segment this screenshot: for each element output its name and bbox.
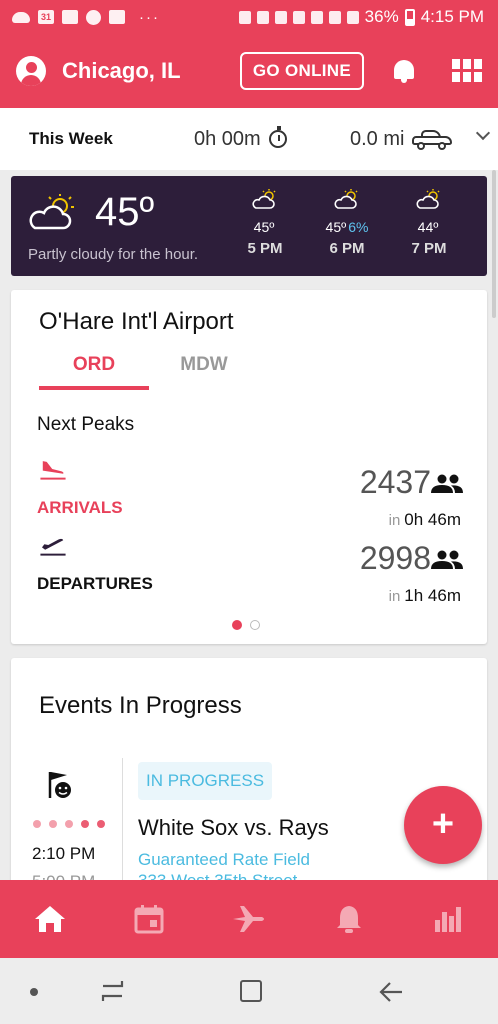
- people-icon: [431, 550, 463, 569]
- airport-title: O'Hare Int'l Airport: [39, 308, 234, 335]
- partly-cloudy-icon: [252, 189, 276, 209]
- forecast-temp: 44º: [417, 219, 439, 235]
- current-temperature: 45º: [95, 190, 155, 234]
- nav-home[interactable]: [20, 899, 80, 939]
- alarm-icon: [310, 10, 323, 24]
- add-button[interactable]: +: [404, 786, 482, 864]
- tab-mdw[interactable]: MDW: [169, 354, 239, 376]
- home-icon: [34, 906, 65, 932]
- page-dot[interactable]: [250, 620, 260, 630]
- people-icon: [431, 474, 463, 493]
- week-summary[interactable]: This Week 0h 00m 0.0 mi: [0, 108, 498, 170]
- go-online-button[interactable]: GO ONLINE: [239, 52, 364, 90]
- event-progress-dots: [33, 820, 105, 828]
- cloud-notification-icon: [12, 11, 30, 23]
- forecast-hour-label: 7 PM: [411, 240, 447, 257]
- page-indicator[interactable]: [232, 620, 260, 630]
- car-icon: [412, 130, 453, 150]
- nav-calendar[interactable]: [119, 899, 179, 939]
- nav-airport[interactable]: [219, 899, 279, 939]
- forecast-precip: 6%: [348, 219, 369, 235]
- departures-count: 2998: [359, 540, 431, 576]
- calendar-notification-icon: 31: [38, 10, 54, 24]
- app-bar: Chicago, IL GO ONLINE: [0, 34, 498, 108]
- event-name[interactable]: White Sox vs. Rays: [138, 815, 329, 841]
- flight-departure-icon: [40, 538, 66, 556]
- sports-event-icon: [48, 772, 71, 798]
- week-label: This Week: [29, 129, 113, 148]
- bluetooth-icon: [256, 10, 269, 24]
- nfc-icon: [274, 10, 287, 24]
- messenger-notification-icon: [86, 9, 101, 25]
- departures-peak-time: in 1h 46m: [389, 586, 461, 606]
- forecast-hour-label: 5 PM: [247, 240, 283, 257]
- stopwatch-icon: [268, 126, 287, 148]
- week-distance-value: 0.0 mi: [350, 127, 405, 150]
- in-label: in: [388, 512, 401, 529]
- bell-icon: [336, 906, 361, 933]
- partly-cloudy-icon: [416, 189, 440, 209]
- forecast-hour: 45º 6% 6 PM: [317, 188, 377, 257]
- departures-peak-time-value: 1h 46m: [404, 586, 461, 605]
- battery-percent: 36%: [364, 7, 399, 26]
- battery-icon: [404, 8, 415, 26]
- weather-panel[interactable]: 45º Partly cloudy for the hour. 45º 5 PM…: [11, 176, 487, 276]
- back-icon[interactable]: [378, 980, 404, 1004]
- arrivals-label: ARRIVALS: [37, 498, 123, 517]
- forecast-temp: 45º: [325, 219, 347, 235]
- airplane-icon: [232, 906, 264, 932]
- forecast-hour: 45º 5 PM: [235, 188, 295, 257]
- bottom-navigation: [0, 880, 498, 958]
- events-title: Events In Progress: [39, 692, 242, 719]
- page-dot-active[interactable]: [232, 620, 242, 630]
- sync-icon: [238, 10, 251, 24]
- facebook-notification-icon: [109, 10, 125, 24]
- event-venue-link[interactable]: Guaranteed Rate Field: [138, 850, 310, 870]
- forecast-temp: 45º: [253, 219, 275, 235]
- week-time-value: 0h 00m: [194, 127, 261, 150]
- nav-stats[interactable]: [418, 899, 478, 939]
- status-bar: 31 ··· 36% 4:15 PM: [0, 0, 498, 34]
- status-badge: IN PROGRESS: [138, 762, 273, 800]
- arrivals-peak-time-value: 0h 46m: [404, 510, 461, 529]
- bar-chart-icon: [435, 907, 462, 932]
- system-navigation-bar: [0, 958, 498, 1024]
- calendar-grid-notification-icon: [62, 10, 78, 24]
- more-notifications-icon: ···: [139, 8, 160, 26]
- arrivals-count: 2437: [359, 464, 431, 500]
- notifications-icon[interactable]: [392, 58, 416, 84]
- data-icon: [328, 10, 341, 24]
- airport-card[interactable]: O'Hare Int'l Airport ORD MDW Next Peaks …: [11, 290, 487, 644]
- departures-label: DEPARTURES: [37, 574, 153, 593]
- recent-apps-icon[interactable]: [100, 978, 126, 1004]
- home-button-icon[interactable]: [240, 980, 262, 1002]
- scrollbar[interactable]: [492, 170, 496, 318]
- apps-grid-icon[interactable]: [452, 59, 482, 83]
- forecast-hour: 44º 7 PM: [399, 188, 459, 257]
- account-icon[interactable]: [16, 56, 46, 86]
- arrivals-peak-time: in 0h 46m: [389, 510, 461, 530]
- weather-description: Partly cloudy for the hour.: [28, 246, 199, 263]
- clock: 4:15 PM: [420, 7, 484, 26]
- city-label: Chicago, IL: [62, 58, 181, 83]
- calendar-icon: [134, 905, 164, 934]
- signal-icon: [346, 10, 359, 24]
- forecast-hour-label: 6 PM: [329, 240, 365, 257]
- event-start-time: 2:10 PM: [32, 844, 96, 863]
- flight-arrival-icon: [40, 461, 66, 480]
- mute-icon: [292, 10, 305, 24]
- nav-notifications[interactable]: [319, 899, 379, 939]
- in-label: in: [388, 588, 401, 605]
- partly-cloudy-icon: [334, 189, 358, 209]
- partly-cloudy-icon: [29, 194, 74, 230]
- tab-ord[interactable]: ORD: [39, 354, 149, 390]
- next-peaks-heading: Next Peaks: [37, 414, 135, 435]
- chevron-down-icon[interactable]: [475, 125, 491, 141]
- divider: [122, 758, 123, 888]
- assistant-dot-icon[interactable]: [30, 988, 38, 996]
